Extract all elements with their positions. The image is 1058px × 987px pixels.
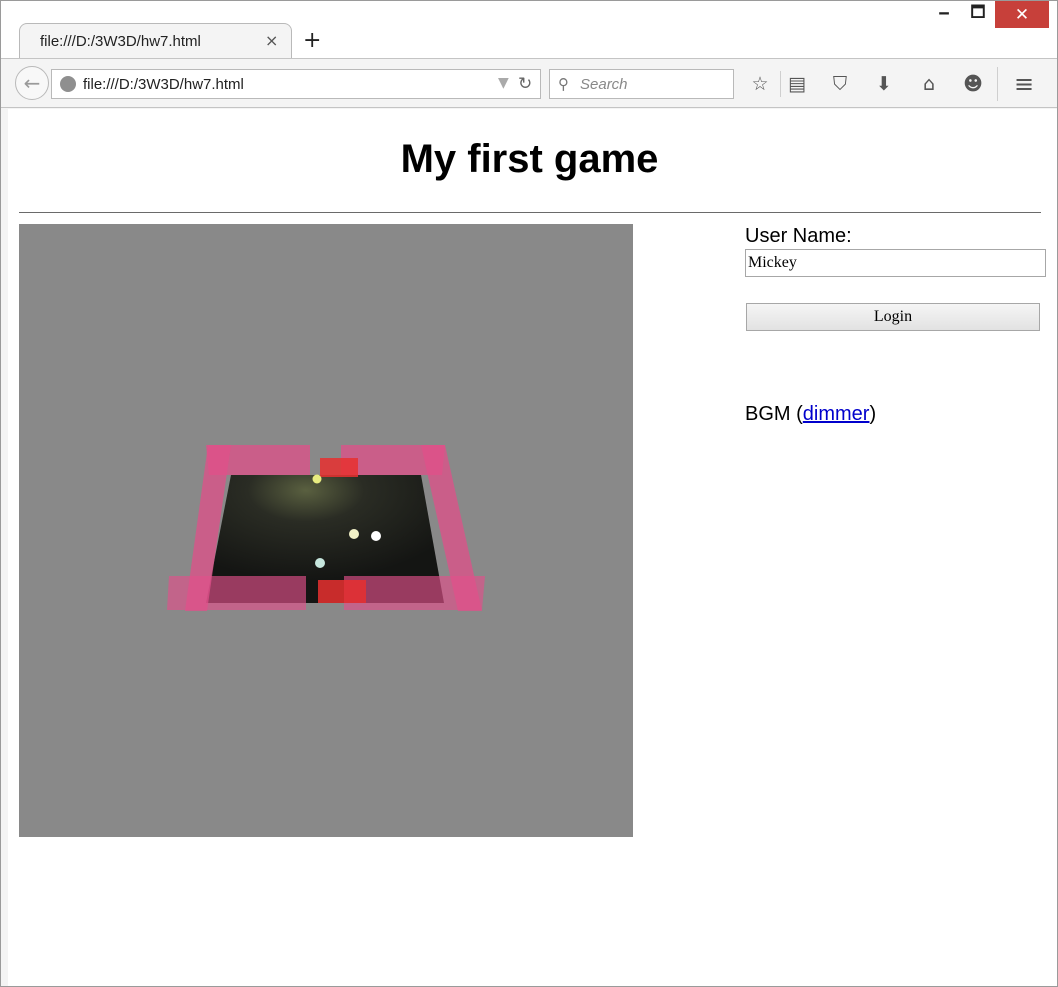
chat-icon[interactable]: ☻	[960, 71, 986, 97]
bgm-prefix: BGM (	[745, 403, 803, 425]
player-paddle	[315, 558, 325, 568]
download-icon[interactable]: ⬇	[871, 71, 897, 97]
address-bar[interactable]: file:///D:/3W3D/hw7.html ▼ ↻	[51, 69, 541, 99]
back-button[interactable]: ←	[15, 66, 49, 100]
page-title: My first game	[400, 137, 659, 181]
near-goal	[318, 580, 366, 603]
back-arrow-icon: ←	[23, 71, 41, 95]
login-button[interactable]: Login	[746, 303, 1040, 331]
title-bar: 🗕 🗖 ✕ file:///D:/3W3D/hw7.html × +	[1, 1, 1057, 58]
minimize-icon: 🗕	[938, 2, 950, 21]
bgm-suffix: )	[869, 403, 877, 425]
far-goal	[320, 458, 358, 477]
ball	[371, 531, 381, 541]
close-icon: ✕	[1014, 4, 1030, 25]
bgm-line: BGM (dimmer)	[745, 403, 876, 426]
navigation-bar: ← file:///D:/3W3D/hw7.html ▼ ↻ ⚲ ☆ ▤ ⛉ ⬇…	[1, 58, 1057, 108]
reading-list-icon[interactable]: ▤	[784, 71, 810, 97]
game-scene	[167, 445, 485, 611]
home-icon[interactable]: ⌂	[916, 71, 942, 97]
browser-window: 🗕 🗖 ✕ file:///D:/3W3D/hw7.html × + ← fil…	[0, 0, 1058, 987]
url-dropdown-icon[interactable]: ▼	[498, 75, 509, 91]
page-content: My first game User Name: Mickey Login BG…	[8, 109, 1057, 986]
globe-icon	[60, 76, 76, 92]
username-label: User Name:	[745, 225, 852, 247]
tab-title: file:///D:/3W3D/hw7.html	[40, 33, 201, 50]
bgm-dimmer-link[interactable]: dimmer	[803, 403, 870, 425]
search-input[interactable]	[580, 74, 725, 94]
reload-icon[interactable]: ↻	[518, 74, 532, 94]
toolbar-separator	[997, 67, 998, 101]
close-window-button[interactable]: ✕	[995, 1, 1049, 28]
search-icon: ⚲	[558, 75, 569, 93]
game-canvas[interactable]	[19, 224, 633, 837]
search-box[interactable]: ⚲	[549, 69, 734, 99]
maximize-icon: 🗖	[970, 2, 986, 21]
new-tab-button[interactable]: +	[303, 28, 321, 53]
bookmark-star-icon[interactable]: ☆	[747, 71, 773, 97]
ball	[349, 529, 359, 539]
url-text[interactable]: file:///D:/3W3D/hw7.html	[83, 76, 244, 93]
maximize-button[interactable]: 🗖	[963, 1, 993, 28]
toolbar-separator	[780, 71, 781, 97]
side-panel: User Name: Login BGM (dimmer)	[745, 225, 1050, 425]
minimize-button[interactable]: 🗕	[929, 1, 959, 28]
tab-close-icon[interactable]: ×	[265, 31, 278, 50]
horizontal-rule	[19, 212, 1041, 213]
near-wall-left	[167, 576, 306, 610]
menu-icon[interactable]: ≡	[1011, 70, 1037, 98]
username-input[interactable]	[745, 249, 1046, 277]
pocket-icon[interactable]: ⛉	[827, 71, 853, 97]
opponent-paddle	[312, 474, 322, 484]
browser-tab[interactable]: file:///D:/3W3D/hw7.html ×	[19, 23, 292, 58]
